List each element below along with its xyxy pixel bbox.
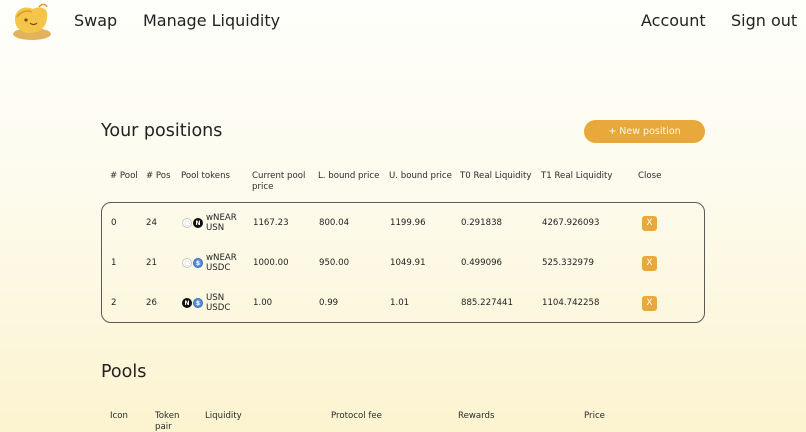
wnear-icon: ◌ (182, 218, 192, 228)
col-lower-bound: L. bound price (318, 171, 380, 181)
cell-current-price: 1000.00 (253, 258, 289, 268)
app-logo[interactable] (11, 1, 53, 41)
cell-pool-tokens: N $ USN USDC (182, 291, 230, 315)
col-current-price-line1: Current pool (252, 171, 306, 181)
col-protocol-fee: Protocol fee (331, 411, 382, 421)
col-liquidity: Liquidity (205, 411, 242, 421)
col-token-pair-line1: Token (155, 411, 180, 421)
cell-t1-liquidity: 525.332979 (542, 258, 594, 268)
cell-t0-liquidity: 885.227441 (461, 298, 513, 308)
positions-title: Your positions (101, 121, 223, 141)
col-pos: # Pos (146, 171, 171, 181)
nav-sign-out[interactable]: Sign out (731, 11, 797, 30)
positions-table: 0 24 ◌ N wNEAR USN 1167.23 800.04 1199.9… (101, 202, 705, 323)
token-icons: ◌ $ (182, 258, 203, 268)
col-rewards: Rewards (458, 411, 495, 421)
wnear-icon: ◌ (182, 258, 192, 268)
token1-name: USDC (206, 263, 231, 273)
usn-icon: N (193, 218, 203, 228)
table-row: 2 26 N $ USN USDC 1.00 0.99 1.01 885.227… (102, 291, 704, 315)
col-token-pair: Token pair (155, 411, 179, 432)
col-upper-bound: U. bound price (389, 171, 452, 181)
table-row: 1 21 ◌ $ wNEAR USDC 1000.00 950.00 1049.… (102, 251, 704, 275)
token1-name: USN (206, 223, 225, 233)
cell-lower-bound: 0.99 (319, 298, 339, 308)
cell-pool: 0 (111, 218, 117, 228)
col-current-price: Current pool price (252, 171, 305, 193)
token-icons: N $ (182, 298, 203, 308)
token-icons: ◌ N (182, 218, 203, 228)
cell-upper-bound: 1199.96 (390, 218, 426, 228)
cell-t1-liquidity: 4267.926093 (542, 218, 600, 228)
cell-pool: 1 (111, 258, 117, 268)
cell-pool-tokens: ◌ $ wNEAR USDC (182, 251, 237, 275)
cell-upper-bound: 1.01 (390, 298, 410, 308)
col-close: Close (638, 171, 662, 181)
cell-pool-tokens: ◌ N wNEAR USN (182, 211, 237, 235)
col-t1-liquidity: T1 Real Liquidity (541, 171, 613, 181)
col-price: Price (584, 411, 605, 421)
new-position-button[interactable]: + New position (584, 120, 705, 143)
cell-close: X (642, 251, 657, 275)
cell-pool: 2 (111, 298, 117, 308)
cell-t1-liquidity: 1104.742258 (542, 298, 600, 308)
col-token-pair-line2: pair (155, 422, 172, 432)
cell-current-price: 1.00 (253, 298, 273, 308)
cell-lower-bound: 950.00 (319, 258, 350, 268)
cell-close: X (642, 211, 657, 235)
cell-upper-bound: 1049.91 (390, 258, 426, 268)
top-nav: Swap Manage Liquidity Account Sign out (0, 0, 806, 42)
nav-account[interactable]: Account (641, 11, 706, 30)
usdc-icon: $ (193, 298, 203, 308)
cell-close: X (642, 291, 657, 315)
cell-current-price: 1167.23 (253, 218, 289, 228)
cell-lower-bound: 800.04 (319, 218, 350, 228)
cell-pos: 26 (146, 298, 157, 308)
token0-name: wNEAR (206, 213, 237, 223)
col-pool: # Pool (110, 171, 138, 181)
table-row: 0 24 ◌ N wNEAR USN 1167.23 800.04 1199.9… (102, 211, 704, 235)
cell-t0-liquidity: 0.499096 (461, 258, 503, 268)
cell-pos: 21 (146, 258, 157, 268)
nav-swap[interactable]: Swap (74, 11, 117, 30)
col-icon: Icon (110, 411, 128, 421)
usdc-icon: $ (193, 258, 203, 268)
token-names: wNEAR USN (206, 213, 237, 233)
cell-pos: 24 (146, 218, 157, 228)
token0-name: wNEAR (206, 253, 237, 263)
token-names: USN USDC (206, 293, 230, 313)
close-position-button[interactable]: X (642, 255, 657, 271)
nav-manage-liquidity[interactable]: Manage Liquidity (143, 11, 280, 30)
col-current-price-line2: price (252, 182, 274, 192)
close-position-button[interactable]: X (642, 215, 657, 231)
col-t0-liquidity: T0 Real Liquidity (460, 171, 532, 181)
token-names: wNEAR USDC (206, 253, 237, 273)
pools-title: Pools (101, 362, 147, 382)
token1-name: USDC (206, 303, 231, 313)
usn-icon: N (182, 298, 192, 308)
token0-name: USN (206, 293, 225, 303)
col-pool-tokens: Pool tokens (181, 171, 231, 181)
close-position-button[interactable]: X (642, 295, 657, 311)
cell-t0-liquidity: 0.291838 (461, 218, 503, 228)
